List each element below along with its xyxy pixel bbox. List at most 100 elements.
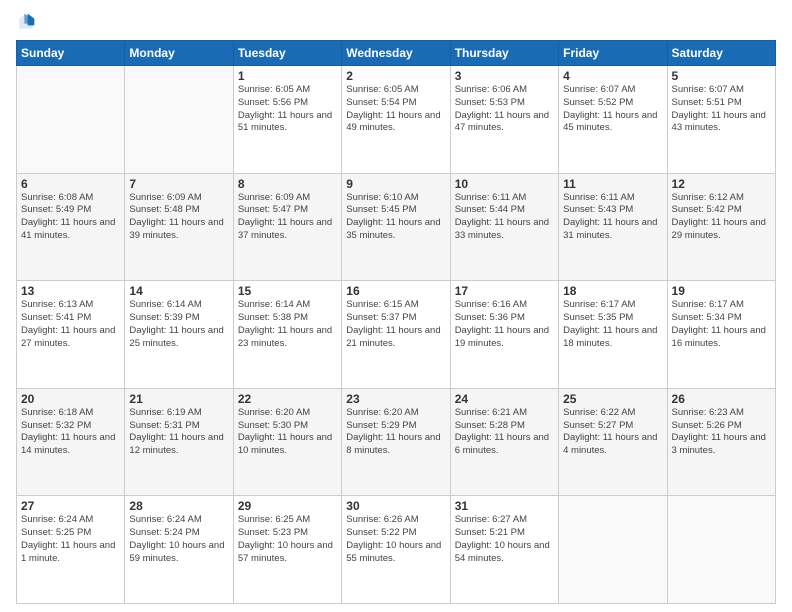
- calendar-cell: 15Sunrise: 6:14 AMSunset: 5:38 PMDayligh…: [233, 281, 341, 389]
- day-number: 18: [563, 284, 662, 298]
- day-info: Sunrise: 6:18 AMSunset: 5:32 PMDaylight:…: [21, 407, 120, 458]
- day-number: 17: [455, 284, 554, 298]
- calendar-cell: 27Sunrise: 6:24 AMSunset: 5:25 PMDayligh…: [17, 496, 125, 604]
- day-info: Sunrise: 6:10 AMSunset: 5:45 PMDaylight:…: [346, 192, 445, 243]
- day-number: 26: [672, 392, 771, 406]
- day-info: Sunrise: 6:27 AMSunset: 5:21 PMDaylight:…: [455, 514, 554, 565]
- calendar-cell: 20Sunrise: 6:18 AMSunset: 5:32 PMDayligh…: [17, 388, 125, 496]
- day-header-thursday: Thursday: [450, 41, 558, 66]
- calendar-cell: 31Sunrise: 6:27 AMSunset: 5:21 PMDayligh…: [450, 496, 558, 604]
- day-number: 24: [455, 392, 554, 406]
- day-info: Sunrise: 6:05 AMSunset: 5:54 PMDaylight:…: [346, 84, 445, 135]
- calendar-cell: [125, 66, 233, 174]
- day-header-wednesday: Wednesday: [342, 41, 450, 66]
- calendar-cell: 11Sunrise: 6:11 AMSunset: 5:43 PMDayligh…: [559, 173, 667, 281]
- calendar-week-row: 20Sunrise: 6:18 AMSunset: 5:32 PMDayligh…: [17, 388, 776, 496]
- day-info: Sunrise: 6:26 AMSunset: 5:22 PMDaylight:…: [346, 514, 445, 565]
- day-info: Sunrise: 6:05 AMSunset: 5:56 PMDaylight:…: [238, 84, 337, 135]
- day-number: 12: [672, 177, 771, 191]
- calendar-week-row: 1Sunrise: 6:05 AMSunset: 5:56 PMDaylight…: [17, 66, 776, 174]
- day-info: Sunrise: 6:17 AMSunset: 5:34 PMDaylight:…: [672, 299, 771, 350]
- day-number: 4: [563, 69, 662, 83]
- calendar-week-row: 27Sunrise: 6:24 AMSunset: 5:25 PMDayligh…: [17, 496, 776, 604]
- day-number: 1: [238, 69, 337, 83]
- day-info: Sunrise: 6:20 AMSunset: 5:29 PMDaylight:…: [346, 407, 445, 458]
- day-number: 6: [21, 177, 120, 191]
- day-info: Sunrise: 6:19 AMSunset: 5:31 PMDaylight:…: [129, 407, 228, 458]
- calendar-cell: 7Sunrise: 6:09 AMSunset: 5:48 PMDaylight…: [125, 173, 233, 281]
- calendar-cell: 21Sunrise: 6:19 AMSunset: 5:31 PMDayligh…: [125, 388, 233, 496]
- calendar-container: SundayMondayTuesdayWednesdayThursdayFrid…: [0, 0, 792, 612]
- calendar-cell: 26Sunrise: 6:23 AMSunset: 5:26 PMDayligh…: [667, 388, 775, 496]
- calendar-cell: 9Sunrise: 6:10 AMSunset: 5:45 PMDaylight…: [342, 173, 450, 281]
- logo: [16, 12, 38, 32]
- day-number: 8: [238, 177, 337, 191]
- day-info: Sunrise: 6:13 AMSunset: 5:41 PMDaylight:…: [21, 299, 120, 350]
- day-info: Sunrise: 6:11 AMSunset: 5:43 PMDaylight:…: [563, 192, 662, 243]
- calendar-cell: [559, 496, 667, 604]
- calendar-cell: 14Sunrise: 6:14 AMSunset: 5:39 PMDayligh…: [125, 281, 233, 389]
- day-info: Sunrise: 6:09 AMSunset: 5:47 PMDaylight:…: [238, 192, 337, 243]
- header: [16, 12, 776, 32]
- day-number: 21: [129, 392, 228, 406]
- day-header-friday: Friday: [559, 41, 667, 66]
- day-number: 9: [346, 177, 445, 191]
- calendar-week-row: 6Sunrise: 6:08 AMSunset: 5:49 PMDaylight…: [17, 173, 776, 281]
- calendar-cell: 22Sunrise: 6:20 AMSunset: 5:30 PMDayligh…: [233, 388, 341, 496]
- day-info: Sunrise: 6:20 AMSunset: 5:30 PMDaylight:…: [238, 407, 337, 458]
- day-number: 11: [563, 177, 662, 191]
- day-number: 19: [672, 284, 771, 298]
- day-header-monday: Monday: [125, 41, 233, 66]
- calendar-cell: [17, 66, 125, 174]
- day-info: Sunrise: 6:23 AMSunset: 5:26 PMDaylight:…: [672, 407, 771, 458]
- calendar-cell: 23Sunrise: 6:20 AMSunset: 5:29 PMDayligh…: [342, 388, 450, 496]
- day-info: Sunrise: 6:24 AMSunset: 5:24 PMDaylight:…: [129, 514, 228, 565]
- calendar-cell: [667, 496, 775, 604]
- day-info: Sunrise: 6:16 AMSunset: 5:36 PMDaylight:…: [455, 299, 554, 350]
- day-number: 29: [238, 499, 337, 513]
- calendar-cell: 16Sunrise: 6:15 AMSunset: 5:37 PMDayligh…: [342, 281, 450, 389]
- day-number: 25: [563, 392, 662, 406]
- day-number: 13: [21, 284, 120, 298]
- day-info: Sunrise: 6:06 AMSunset: 5:53 PMDaylight:…: [455, 84, 554, 135]
- calendar-cell: 29Sunrise: 6:25 AMSunset: 5:23 PMDayligh…: [233, 496, 341, 604]
- calendar-cell: 10Sunrise: 6:11 AMSunset: 5:44 PMDayligh…: [450, 173, 558, 281]
- day-info: Sunrise: 6:25 AMSunset: 5:23 PMDaylight:…: [238, 514, 337, 565]
- day-info: Sunrise: 6:12 AMSunset: 5:42 PMDaylight:…: [672, 192, 771, 243]
- days-header-row: SundayMondayTuesdayWednesdayThursdayFrid…: [17, 41, 776, 66]
- day-number: 30: [346, 499, 445, 513]
- day-info: Sunrise: 6:14 AMSunset: 5:39 PMDaylight:…: [129, 299, 228, 350]
- day-number: 2: [346, 69, 445, 83]
- day-info: Sunrise: 6:24 AMSunset: 5:25 PMDaylight:…: [21, 514, 120, 565]
- calendar-cell: 1Sunrise: 6:05 AMSunset: 5:56 PMDaylight…: [233, 66, 341, 174]
- day-info: Sunrise: 6:09 AMSunset: 5:48 PMDaylight:…: [129, 192, 228, 243]
- calendar-cell: 4Sunrise: 6:07 AMSunset: 5:52 PMDaylight…: [559, 66, 667, 174]
- logo-icon: [16, 12, 36, 32]
- day-number: 7: [129, 177, 228, 191]
- calendar-cell: 18Sunrise: 6:17 AMSunset: 5:35 PMDayligh…: [559, 281, 667, 389]
- day-number: 23: [346, 392, 445, 406]
- day-info: Sunrise: 6:15 AMSunset: 5:37 PMDaylight:…: [346, 299, 445, 350]
- day-header-tuesday: Tuesday: [233, 41, 341, 66]
- calendar-cell: 24Sunrise: 6:21 AMSunset: 5:28 PMDayligh…: [450, 388, 558, 496]
- day-number: 31: [455, 499, 554, 513]
- calendar-cell: 3Sunrise: 6:06 AMSunset: 5:53 PMDaylight…: [450, 66, 558, 174]
- day-number: 16: [346, 284, 445, 298]
- calendar-cell: 5Sunrise: 6:07 AMSunset: 5:51 PMDaylight…: [667, 66, 775, 174]
- day-header-sunday: Sunday: [17, 41, 125, 66]
- day-number: 5: [672, 69, 771, 83]
- day-info: Sunrise: 6:14 AMSunset: 5:38 PMDaylight:…: [238, 299, 337, 350]
- day-info: Sunrise: 6:07 AMSunset: 5:52 PMDaylight:…: [563, 84, 662, 135]
- day-number: 22: [238, 392, 337, 406]
- calendar-cell: 13Sunrise: 6:13 AMSunset: 5:41 PMDayligh…: [17, 281, 125, 389]
- calendar-week-row: 13Sunrise: 6:13 AMSunset: 5:41 PMDayligh…: [17, 281, 776, 389]
- day-info: Sunrise: 6:07 AMSunset: 5:51 PMDaylight:…: [672, 84, 771, 135]
- day-number: 28: [129, 499, 228, 513]
- day-number: 27: [21, 499, 120, 513]
- calendar-table: SundayMondayTuesdayWednesdayThursdayFrid…: [16, 40, 776, 604]
- day-info: Sunrise: 6:08 AMSunset: 5:49 PMDaylight:…: [21, 192, 120, 243]
- day-info: Sunrise: 6:21 AMSunset: 5:28 PMDaylight:…: [455, 407, 554, 458]
- calendar-cell: 30Sunrise: 6:26 AMSunset: 5:22 PMDayligh…: [342, 496, 450, 604]
- day-info: Sunrise: 6:22 AMSunset: 5:27 PMDaylight:…: [563, 407, 662, 458]
- calendar-cell: 12Sunrise: 6:12 AMSunset: 5:42 PMDayligh…: [667, 173, 775, 281]
